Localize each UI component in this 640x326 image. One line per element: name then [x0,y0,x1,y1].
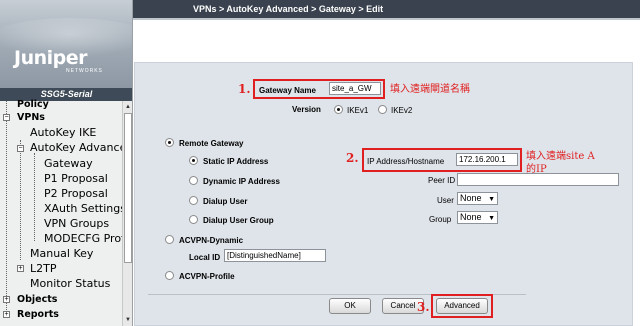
peer-id-label: Peer ID [428,176,456,185]
static-ip-radio[interactable] [189,156,198,165]
gateway-edit-panel [134,62,633,326]
scroll-down-icon[interactable]: ▼ [124,315,132,325]
expand-icon[interactable]: + [17,265,24,272]
sidebar-item-p2-proposal[interactable]: P2 Proposal [44,187,108,200]
annotation-gateway-name: 填入遠端閘道名稱 [390,84,470,95]
local-id-input[interactable]: [DistinguishedName] [224,249,326,262]
static-ip-label: Static IP Address [203,157,269,166]
step-3-marker: 3. [417,300,430,314]
sidebar-item-gateway[interactable]: Gateway [44,157,93,170]
juniper-logo-subtext: NETWORKS [66,68,103,74]
acvpn-dynamic-radio[interactable] [165,235,174,244]
sidebar-item-autokey-advanced[interactable]: AutoKey Advanced [30,141,122,154]
dialup-user-label: Dialup User [203,197,248,206]
version-label: Version [292,105,321,114]
sidebar-nav: Juniper NETWORKS SSG5-Serial Policy − VP… [0,0,133,326]
sidebar-item-vpn-groups[interactable]: VPN Groups [44,217,109,230]
header-divider [133,18,640,20]
expand-icon[interactable]: + [3,296,10,303]
highlight-box-advanced [431,294,493,318]
dialup-user-group-radio[interactable] [189,215,198,224]
chevron-down-icon: ▼ [488,215,495,222]
local-id-label: Local ID [189,253,221,262]
expand-icon[interactable]: + [3,311,10,318]
user-select-value: None [460,193,482,203]
scroll-up-icon[interactable]: ▲ [124,102,132,112]
step-2-marker: 2. [346,151,359,165]
user-select[interactable]: None ▼ [457,192,498,205]
annotation-ip-line1: 填入遠端site A [526,151,595,162]
ikev1-label: IKEv1 [347,106,369,115]
ok-button[interactable]: OK [329,298,371,314]
ikev1-radio[interactable] [334,105,343,114]
acvpn-profile-label: ACVPN-Profile [179,272,235,281]
sidebar-item-modecfg-profile[interactable]: MODECFG Profile [44,232,122,245]
user-label: User [437,196,454,205]
collapse-icon[interactable]: − [3,114,10,121]
step-1-marker: 1. [238,82,251,96]
ikev2-label: IKEv2 [391,106,413,115]
group-select[interactable]: None ▼ [457,211,498,224]
acvpn-dynamic-label: ACVPN-Dynamic [179,236,244,245]
sidebar-item-objects[interactable]: Objects [17,294,57,305]
group-label: Group [429,215,452,224]
sidebar-item-autokey-ike[interactable]: AutoKey IKE [30,126,96,139]
highlight-box-gateway-name [253,79,385,99]
remote-gateway-label: Remote Gateway [179,139,244,148]
chevron-down-icon: ▼ [488,196,495,203]
dynamic-ip-radio[interactable] [189,176,198,185]
group-select-value: None [460,212,482,222]
sidebar-item-manual-key[interactable]: Manual Key [30,247,93,260]
sidebar-item-reports[interactable]: Reports [17,309,59,320]
dialup-user-group-label: Dialup User Group [203,216,274,225]
sidebar-item-vpns[interactable]: VPNs [17,112,45,123]
juniper-logo: Juniper [14,47,88,69]
peer-id-input[interactable] [457,173,619,186]
scrollbar-thumb[interactable] [124,113,132,263]
breadcrumb: VPNs > AutoKey Advanced > Gateway > Edit [133,0,640,18]
highlight-box-ip-address [362,148,522,172]
dynamic-ip-label: Dynamic IP Address [203,177,280,186]
sidebar-item-l2tp[interactable]: L2TP [30,262,56,275]
brand-header: Juniper NETWORKS [0,0,132,92]
sidebar-item-monitor-status[interactable]: Monitor Status [30,277,110,290]
dialup-user-radio[interactable] [189,196,198,205]
sidebar-item-policy[interactable]: Policy [17,99,49,110]
collapse-icon[interactable]: − [17,145,24,152]
sidebar-scrollbar[interactable]: ▲ ▼ [122,101,132,326]
ikev2-radio[interactable] [378,105,387,114]
acvpn-profile-radio[interactable] [165,271,174,280]
sidebar-item-p1-proposal[interactable]: P1 Proposal [44,172,108,185]
remote-gateway-radio[interactable] [165,138,174,147]
sidebar-item-xauth-settings[interactable]: XAuth Settings [44,202,126,215]
